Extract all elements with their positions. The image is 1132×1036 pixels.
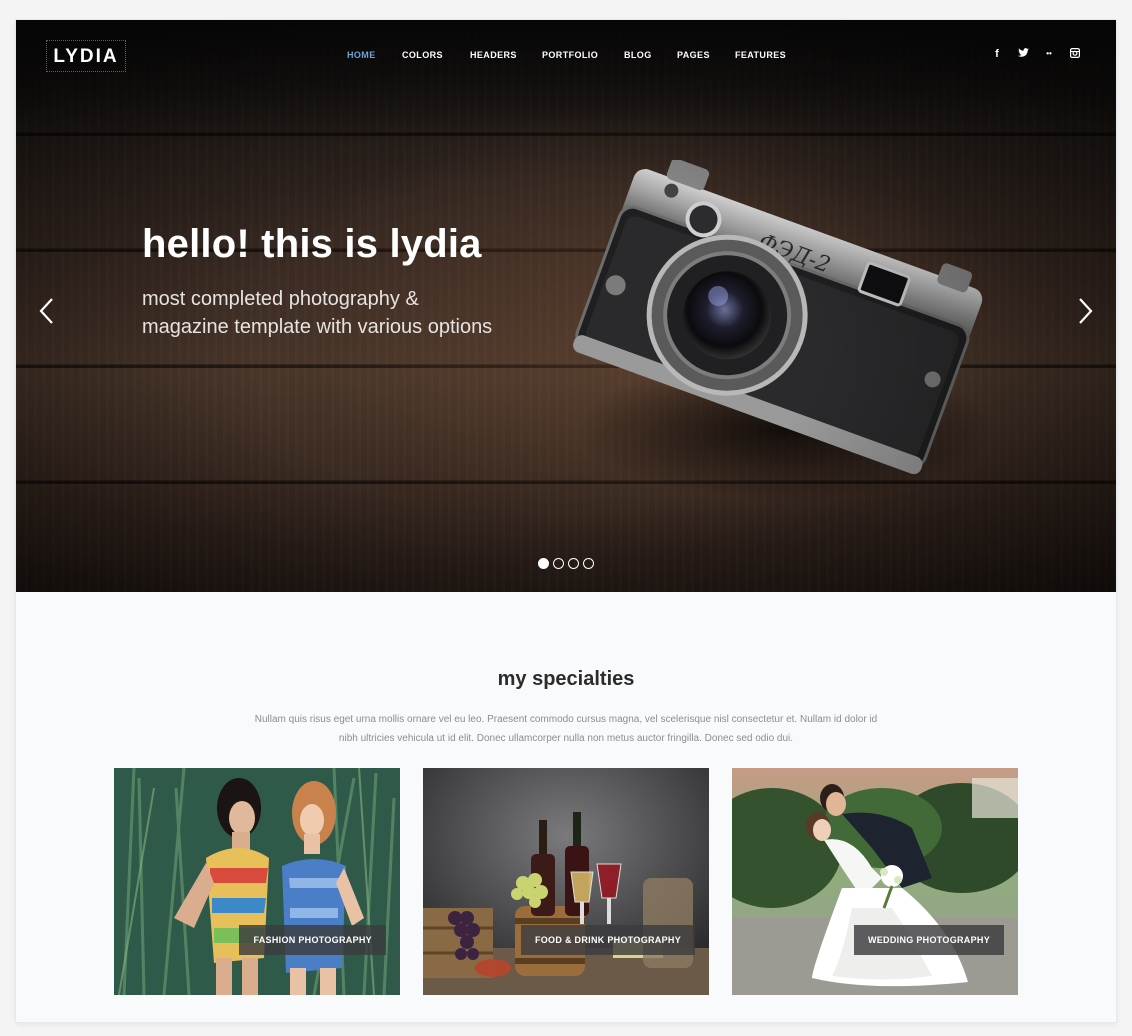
specialties-description-line2: nibh ultricies vehicula ut id elit. Done…: [338, 733, 794, 744]
nav-blog[interactable]: BLOG: [624, 50, 652, 60]
instagram-icon[interactable]: [1069, 47, 1081, 61]
wedding-photo: [732, 768, 1018, 995]
specialty-card-food-drink[interactable]: FOOD & DRINK PHOTOGRAPHY: [423, 768, 709, 995]
specialty-card-wedding[interactable]: WEDDING PHOTOGRAPHY: [732, 768, 1018, 995]
slider-dot-2[interactable]: [553, 558, 564, 569]
specialties-description-line1: Nullam quis risus eget urna mollis ornar…: [254, 714, 878, 725]
food-drink-photography-label[interactable]: FOOD & DRINK PHOTOGRAPHY: [520, 925, 695, 955]
slider-dot-4[interactable]: [583, 558, 594, 569]
nav-features[interactable]: FEATURES: [735, 50, 786, 60]
twitter-icon[interactable]: [1017, 47, 1029, 61]
food-drink-photo: [423, 768, 709, 995]
hero-top-shade: [16, 20, 1116, 140]
slider-prev-arrow[interactable]: [36, 296, 58, 326]
nav-pages[interactable]: PAGES: [677, 50, 710, 60]
main-nav: HOME COLORS HEADERS PORTFOLIO BLOG PAGES…: [16, 50, 1116, 64]
specialties-title: my specialties: [497, 668, 635, 690]
nav-headers[interactable]: HEADERS: [470, 50, 517, 60]
specialties-description: Nullam quis risus eget urna mollis ornar…: [166, 710, 966, 748]
specialty-card-fashion[interactable]: FASHION PHOTOGRAPHY: [114, 768, 400, 995]
hero-title: hello! this is lydia: [142, 222, 482, 266]
fashion-photo: [114, 768, 400, 995]
slider-next-arrow[interactable]: [1074, 296, 1096, 326]
chevron-right-icon: [1079, 298, 1093, 324]
nav-portfolio[interactable]: PORTFOLIO: [542, 50, 598, 60]
nav-home[interactable]: HOME: [347, 50, 376, 60]
fashion-photography-label[interactable]: FASHION PHOTOGRAPHY: [239, 925, 386, 955]
facebook-icon[interactable]: f: [991, 47, 1003, 61]
hero-subtitle-line2: magazine template with various options: [142, 316, 493, 338]
chevron-left-icon: [39, 298, 53, 324]
slider-dot-1[interactable]: [538, 558, 549, 569]
hero-subtitle-line1: most completed photography &: [142, 288, 419, 310]
wedding-photography-label[interactable]: WEDDING PHOTOGRAPHY: [853, 925, 1004, 955]
page-frame: ФЭД-2 LYDIA HOME COLORS HEADERS PORTFOLI…: [16, 20, 1116, 1022]
nav-colors[interactable]: COLORS: [402, 50, 443, 60]
slider-dot-3[interactable]: [568, 558, 579, 569]
hero-slider: ФЭД-2 LYDIA HOME COLORS HEADERS PORTFOLI…: [16, 20, 1116, 592]
flickr-icon[interactable]: ••: [1043, 47, 1055, 61]
camera-image: ФЭД-2: [573, 160, 986, 500]
